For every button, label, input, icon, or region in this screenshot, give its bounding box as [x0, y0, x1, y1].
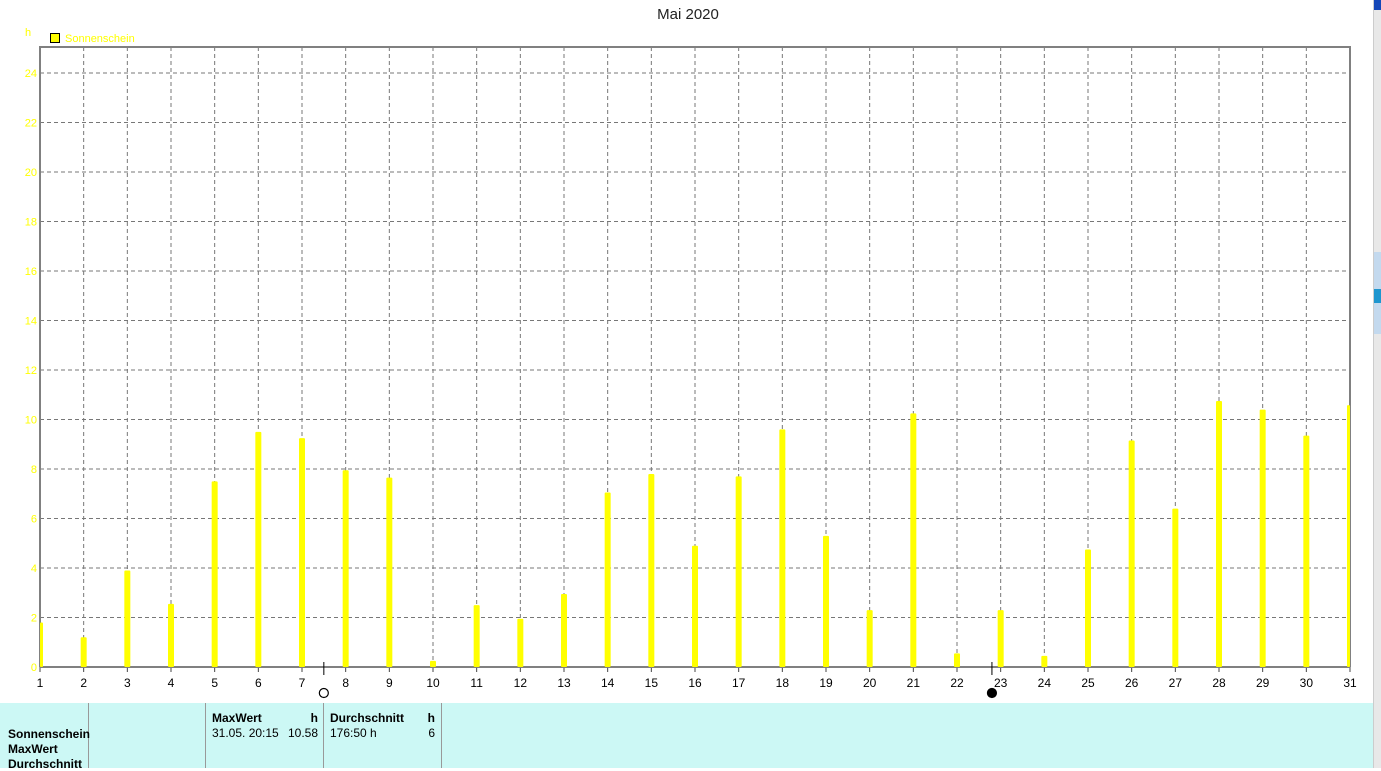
- bar: [779, 429, 786, 667]
- max-unit: h: [310, 711, 318, 725]
- x-tick-label: 22: [950, 676, 964, 690]
- avg-unit: h: [427, 711, 435, 725]
- bar: [299, 438, 305, 667]
- bar: [910, 413, 917, 667]
- avg-header: Durchschnitt: [330, 711, 405, 725]
- row-label-column: Sonnenschein MaxWert Durchschnitt: [0, 703, 91, 771]
- legend-label: Sonnenschein: [65, 33, 135, 45]
- y-tick-label: 12: [25, 365, 37, 377]
- row-label: Sonnenschein: [8, 727, 91, 741]
- bar: [168, 603, 174, 667]
- x-tick-label: 16: [688, 676, 702, 690]
- max-value: 10.58: [287, 726, 318, 740]
- new-moon-icon: [986, 687, 998, 699]
- bar: [80, 637, 87, 667]
- bar: [1259, 409, 1266, 667]
- y-tick-label: 2: [31, 613, 37, 625]
- x-tick-label: 20: [863, 676, 877, 690]
- x-tick-label: 30: [1300, 676, 1314, 690]
- x-tick-label: 26: [1125, 676, 1139, 690]
- y-tick-label: 8: [31, 464, 37, 476]
- y-tick-label: 24: [25, 68, 37, 80]
- bar: [648, 473, 655, 667]
- x-tick-label: 27: [1169, 676, 1183, 690]
- x-tick-label: 7: [299, 676, 306, 690]
- avg-value: 6: [428, 726, 435, 740]
- bar: [866, 610, 873, 667]
- x-tick-label: 3: [124, 676, 131, 690]
- summary-table: Sonnenschein MaxWert Durchschnitt MaxWer…: [0, 703, 1373, 771]
- y-tick-label: 20: [25, 167, 37, 179]
- x-tick-label: 23: [994, 676, 1008, 690]
- bar: [1085, 549, 1091, 667]
- y-tick-label: 22: [25, 118, 37, 130]
- bar: [255, 431, 262, 667]
- x-tick-label: 29: [1256, 676, 1270, 690]
- bar: [40, 622, 43, 667]
- x-tick-label: 15: [645, 676, 659, 690]
- x-tick-label: 18: [776, 676, 790, 690]
- y-tick-label: 16: [25, 266, 37, 278]
- bar: [1128, 440, 1135, 667]
- bar: [692, 545, 698, 667]
- x-tick-label: 19: [819, 676, 833, 690]
- x-tick-label: 6: [255, 676, 262, 690]
- y-tick-label: 18: [25, 217, 37, 229]
- row-label: Durchschnitt: [8, 757, 83, 771]
- bar: [604, 492, 611, 667]
- bar: [1172, 508, 1179, 667]
- x-tick-label: 2: [80, 676, 87, 690]
- x-tick-label: 28: [1212, 676, 1226, 690]
- x-tick-label: 25: [1081, 676, 1095, 690]
- bar: [1041, 655, 1048, 667]
- row-label: MaxWert: [8, 742, 58, 756]
- bar: [342, 470, 349, 667]
- bar: [124, 570, 131, 667]
- x-tick-label: 10: [426, 676, 440, 690]
- x-tick-label: 14: [601, 676, 615, 690]
- x-tick-label: 1: [37, 676, 44, 690]
- avg-column: Durchschnitt h 176:50 h 6: [324, 703, 442, 768]
- x-tick-label: 12: [514, 676, 528, 690]
- bar: [823, 535, 829, 667]
- bar: [954, 653, 960, 667]
- y-tick-label: 0: [31, 662, 37, 674]
- x-tick-label: 21: [907, 676, 921, 690]
- bar: [735, 476, 742, 667]
- bar: [1347, 405, 1350, 667]
- sunshine-bar-chart: 0246810121416182022241 2 3 4 5 6 7 8 9 10 11 12 13 14…: [25, 27, 1357, 699]
- x-tick-label: 17: [732, 676, 746, 690]
- bar: [211, 481, 218, 667]
- y-tick-label: 6: [31, 514, 37, 526]
- bar: [1303, 435, 1310, 667]
- max-column: MaxWert h 31.05. 20:15 10.58: [206, 703, 324, 768]
- bar: [430, 660, 436, 667]
- y-tick-label: 10: [25, 415, 37, 427]
- bar: [517, 618, 524, 667]
- avg-total: 176:50 h: [330, 726, 377, 740]
- bar: [473, 605, 480, 667]
- x-tick-label: 9: [386, 676, 393, 690]
- bar: [386, 477, 393, 667]
- y-tick-label: 4: [31, 563, 37, 575]
- bar: [997, 610, 1004, 667]
- x-tick-label: 4: [168, 676, 175, 690]
- x-tick-label: 8: [342, 676, 349, 690]
- bar: [1216, 400, 1222, 667]
- x-tick-label: 31: [1343, 676, 1357, 690]
- legend-swatch: [50, 33, 60, 43]
- y-axis-label: h: [25, 27, 31, 39]
- side-scrollbar[interactable]: [1373, 0, 1381, 768]
- full-moon-icon: [318, 687, 329, 699]
- x-tick-label: 5: [211, 676, 218, 690]
- x-tick-label: 13: [557, 676, 571, 690]
- empty-column: [89, 703, 206, 768]
- max-date: 31.05. 20:15: [212, 726, 279, 740]
- x-tick-label: 24: [1038, 676, 1052, 690]
- x-tick-label: 11: [470, 676, 483, 690]
- bar: [561, 593, 567, 667]
- y-tick-label: 14: [25, 316, 37, 328]
- max-header: MaxWert: [212, 711, 262, 725]
